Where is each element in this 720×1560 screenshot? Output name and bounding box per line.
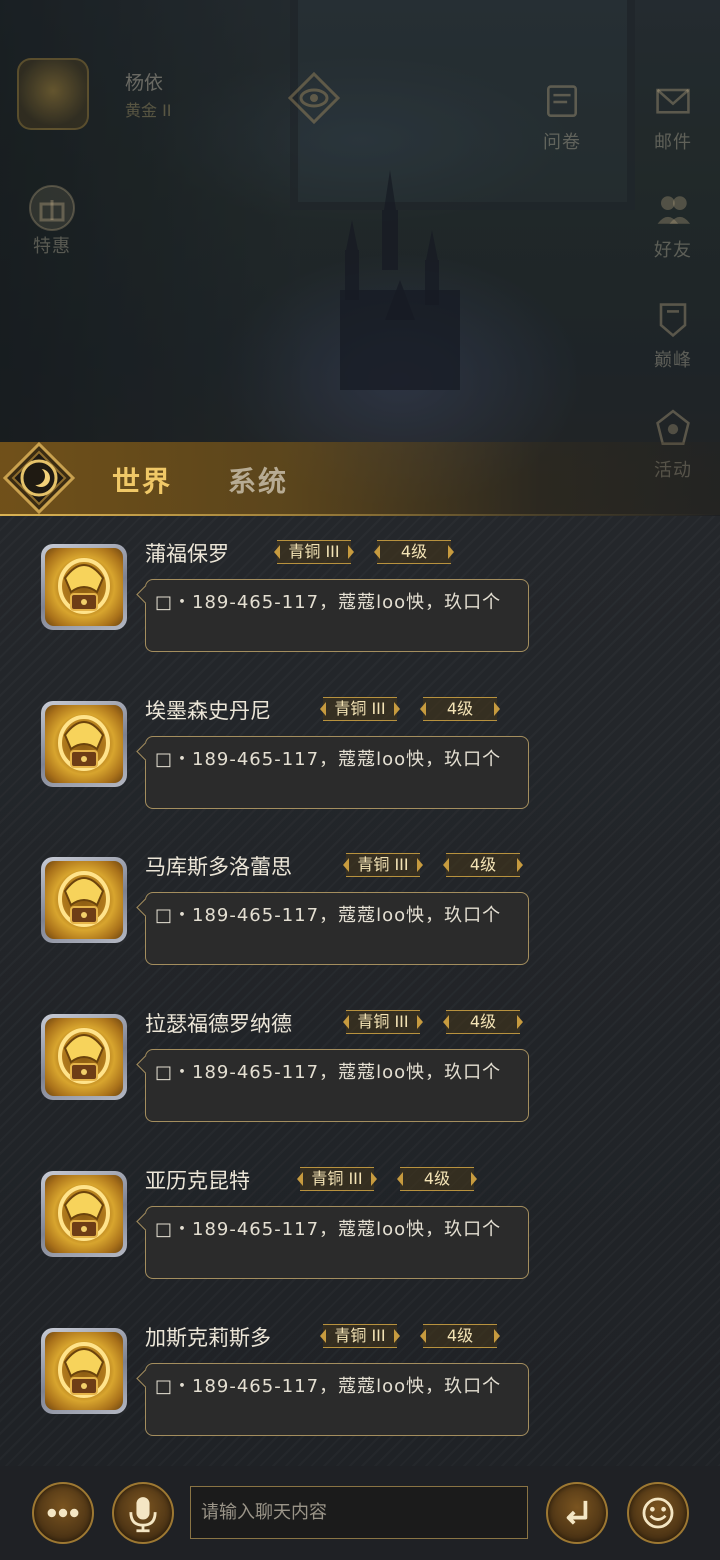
tab-world[interactable]: 世界: [112, 460, 172, 500]
sender-avatar[interactable]: [41, 1328, 127, 1414]
helmet-avatar-icon: [58, 871, 110, 927]
more-icon: [47, 1508, 79, 1518]
survey-icon: [547, 85, 577, 117]
voice-button[interactable]: [112, 1482, 174, 1544]
rank-badge: 青铜 III: [300, 1167, 374, 1191]
peak-label: 巅峰: [654, 350, 692, 371]
peak-icon: [659, 303, 687, 338]
sender-name[interactable]: 埃墨森史丹尼: [145, 695, 271, 725]
message-bubble[interactable]: □・189-465-117，蔻蔻loo怏，玖口个: [145, 1363, 529, 1436]
sender-name[interactable]: 亚历克昆特: [145, 1165, 250, 1195]
chat-message: 蒲福保罗 青铜 III 4级 □・189-465-117，蔻蔻loo怏，玖口个: [0, 516, 720, 656]
message-bubble[interactable]: □・189-465-117，蔻蔻loo怏，玖口个: [145, 1206, 529, 1279]
helmet-avatar-icon: [58, 1028, 110, 1084]
message-bubble[interactable]: □・189-465-117，蔻蔻loo怏，玖口个: [145, 1049, 529, 1122]
message-text: □・189-465-117，蔻蔻loo怏，玖口个: [155, 749, 502, 770]
peak-button[interactable]: 巅峰: [643, 296, 703, 372]
emoji-icon: [642, 1497, 674, 1529]
emoji-button[interactable]: [627, 1482, 689, 1544]
friends-button[interactable]: 好友: [643, 186, 703, 262]
helmet-avatar-icon: [58, 1342, 110, 1398]
helmet-avatar-icon: [58, 1185, 110, 1241]
player-name: 杨依: [125, 72, 164, 94]
helmet-avatar-icon: [58, 558, 110, 614]
message-bubble[interactable]: □・189-465-117，蔻蔻loo怏，玖口个: [145, 736, 529, 809]
friends-label: 好友: [654, 240, 692, 261]
more-button[interactable]: [32, 1482, 94, 1544]
chat-message-list[interactable]: 蒲福保罗 青铜 III 4级 □・189-465-117，蔻蔻loo怏，玖口个 …: [0, 516, 720, 1466]
player-avatar[interactable]: [17, 58, 89, 130]
message-text: □・189-465-117，蔻蔻loo怏，玖口个: [155, 905, 502, 926]
sender-avatar[interactable]: [41, 1171, 127, 1257]
message-text: □・189-465-117，蔻蔻loo怏，玖口个: [155, 1219, 502, 1240]
eye-button[interactable]: [286, 70, 342, 128]
tab-system[interactable]: 系统: [228, 460, 288, 500]
level-badge: 4级: [446, 1010, 520, 1034]
message-bubble[interactable]: □・189-465-117，蔻蔻loo怏，玖口个: [145, 579, 529, 652]
chat-message: 马库斯多洛蕾思 青铜 III 4级 □・189-465-117，蔻蔻loo怏，玖…: [0, 829, 720, 969]
survey-button[interactable]: 问卷: [532, 78, 592, 154]
level-badge: 4级: [423, 697, 497, 721]
rank-badge: 青铜 III: [277, 540, 351, 564]
sun-emblem-icon[interactable]: [3, 442, 75, 514]
rank-badge: 青铜 III: [323, 1324, 397, 1348]
gift-icon: [29, 185, 75, 231]
rank-badge: 青铜 III: [346, 853, 420, 877]
helmet-avatar-icon: [58, 715, 110, 771]
sender-avatar[interactable]: [41, 1014, 127, 1100]
chat-message: 加斯克莉斯多 青铜 III 4级 □・189-465-117，蔻蔻loo怏，玖口…: [0, 1300, 720, 1440]
send-icon: [566, 1500, 588, 1525]
chat-message: 埃墨森史丹尼 青铜 III 4级 □・189-465-117，蔻蔻loo怏，玖口…: [0, 673, 720, 813]
friends-icon: [657, 196, 691, 224]
level-badge: 4级: [400, 1167, 474, 1191]
rank-badge: 青铜 III: [323, 697, 397, 721]
chat-text-input[interactable]: [190, 1486, 528, 1539]
send-button[interactable]: [546, 1482, 608, 1544]
mail-label: 邮件: [654, 132, 692, 153]
sender-avatar[interactable]: [41, 544, 127, 630]
message-text: □・189-465-117，蔻蔻loo怏，玖口个: [155, 1376, 502, 1397]
special-offer-label: 特惠: [33, 236, 71, 257]
sender-avatar[interactable]: [41, 701, 127, 787]
survey-label: 问卷: [543, 132, 581, 153]
sender-name[interactable]: 加斯克莉斯多: [145, 1322, 271, 1352]
level-badge: 4级: [377, 540, 451, 564]
chat-message: 亚历克昆特 青铜 III 4级 □・189-465-117，蔻蔻loo怏，玖口个: [0, 1143, 720, 1283]
message-bubble[interactable]: □・189-465-117，蔻蔻loo怏，玖口个: [145, 892, 529, 965]
game-scene-background: [0, 0, 720, 515]
player-rank: 黄金 II: [125, 101, 172, 120]
message-text: □・189-465-117，蔻蔻loo怏，玖口个: [155, 1062, 502, 1083]
rank-badge: 青铜 III: [346, 1010, 420, 1034]
level-badge: 4级: [423, 1324, 497, 1348]
special-offer-button[interactable]: 特惠: [22, 182, 82, 258]
sender-name[interactable]: 蒲福保罗: [145, 538, 229, 568]
sender-avatar[interactable]: [41, 857, 127, 943]
sender-name[interactable]: 拉瑟福德罗纳德: [145, 1008, 292, 1038]
mail-button[interactable]: 邮件: [643, 78, 703, 154]
level-badge: 4级: [446, 853, 520, 877]
scene-overlay: [0, 0, 720, 515]
message-text: □・189-465-117，蔻蔻loo怏，玖口个: [155, 592, 502, 613]
chat-message: 拉瑟福德罗纳德 青铜 III 4级 □・189-465-117，蔻蔻loo怏，玖…: [0, 986, 720, 1126]
eye-icon: [287, 71, 341, 125]
chat-tab-bar: [0, 442, 720, 516]
mail-icon: [656, 88, 690, 114]
sender-name[interactable]: 马库斯多洛蕾思: [145, 851, 292, 881]
microphone-icon: [129, 1497, 157, 1533]
